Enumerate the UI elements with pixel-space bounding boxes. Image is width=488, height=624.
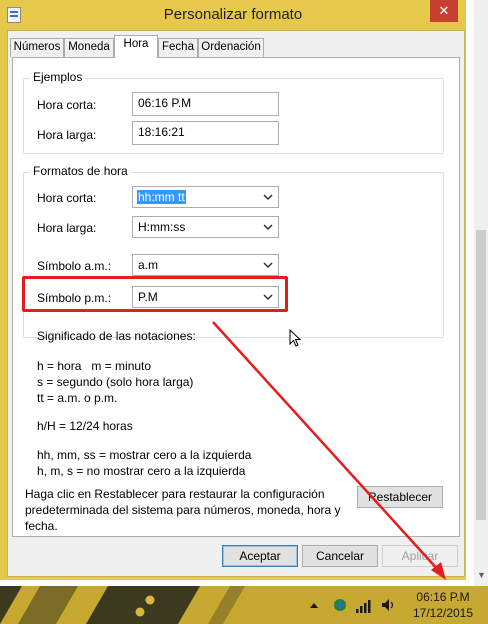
taskbar-clock-time[interactable]: 06:16 P.M — [408, 590, 478, 604]
signal-icon[interactable] — [356, 600, 371, 613]
taskbar-wallpaper-decoration — [0, 586, 245, 624]
annotation-arrow — [212, 321, 446, 580]
taskbar-clock-date[interactable]: 17/12/2015 — [408, 606, 478, 620]
page-scrollbar[interactable]: ▼ — [474, 0, 488, 586]
system-tray — [310, 599, 394, 613]
scroll-down-icon[interactable]: ▼ — [477, 570, 486, 580]
tray-up-arrow-icon[interactable] — [310, 603, 318, 608]
speaker-icon[interactable] — [382, 599, 394, 611]
mouse-cursor-icon — [289, 329, 301, 347]
scrollbar-thumb[interactable] — [476, 230, 486, 520]
network-icon[interactable] — [334, 599, 346, 611]
tab-hora[interactable]: Hora — [114, 35, 158, 58]
